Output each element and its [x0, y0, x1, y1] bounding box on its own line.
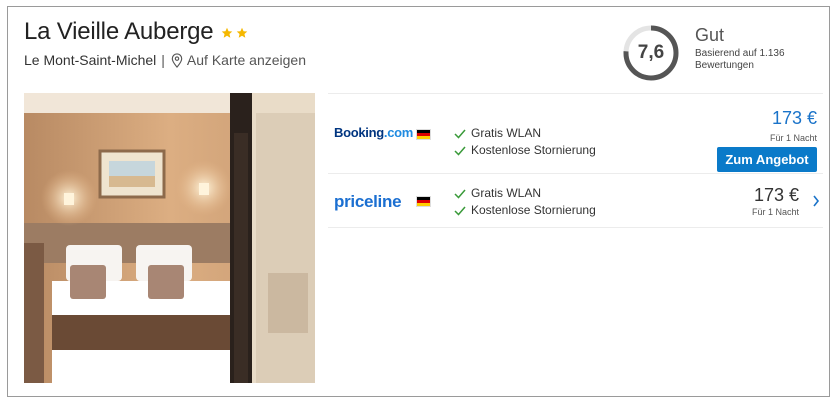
german-flag-icon [416, 196, 431, 207]
per-night-label: Für 1 Nacht [769, 133, 817, 143]
hotel-photo[interactable] [24, 93, 315, 383]
feature-label: Gratis WLAN [471, 126, 542, 140]
location-separator: | [161, 52, 165, 68]
hotel-location: Le Mont-Saint-Michel | Auf Karte anzeige… [24, 52, 306, 68]
offer-features: Gratis WLAN Kostenlose Stornierung [454, 185, 596, 219]
check-icon [454, 129, 466, 139]
feature-item: Kostenlose Stornierung [454, 142, 596, 159]
check-icon [454, 189, 466, 199]
map-link[interactable]: Auf Karte anzeigen [187, 52, 306, 68]
booking-logo[interactable]: Booking.com [334, 125, 413, 140]
rating-basis: Basierend auf 1.136 Bewertungen [695, 48, 785, 71]
star-icon [236, 27, 248, 38]
feature-label: Kostenlose Stornierung [471, 143, 596, 157]
feature-label: Gratis WLAN [471, 186, 542, 200]
offer-price[interactable]: 173 € [754, 185, 799, 206]
offer-list: Booking.com Gratis WLAN Kostenlose Storn… [328, 93, 823, 228]
provider-name: priceline [334, 192, 402, 211]
feature-item: Kostenlose Stornierung [454, 202, 596, 219]
offer-row[interactable]: priceline Gratis WLAN Kostenlose Stornie… [328, 173, 823, 228]
provider-name: Booking [334, 125, 384, 140]
hotel-card: La Vieille Auberge Le Mont-Saint-Michel … [7, 6, 830, 397]
check-icon [454, 206, 466, 216]
rating-label: Gut [695, 25, 725, 45]
star-icon [221, 27, 233, 38]
per-night-label: Für 1 Nacht [751, 207, 799, 217]
view-deal-button[interactable]: Zum Angebot [717, 147, 817, 172]
chevron-right-icon[interactable] [812, 195, 820, 207]
location-name: Le Mont-Saint-Michel [24, 52, 157, 68]
hotel-room-image [24, 93, 315, 383]
rating-score: 7,6 [637, 42, 665, 63]
feature-item: Gratis WLAN [454, 185, 596, 202]
feature-item: Gratis WLAN [454, 125, 596, 142]
offer-price[interactable]: 173 € [772, 108, 817, 129]
check-icon [454, 146, 466, 156]
priceline-logo[interactable]: priceline [334, 192, 402, 212]
feature-label: Kostenlose Stornierung [471, 203, 596, 217]
map-pin-icon[interactable] [171, 52, 183, 68]
offer-features: Gratis WLAN Kostenlose Stornierung [454, 125, 596, 159]
offer-row[interactable]: Booking.com Gratis WLAN Kostenlose Storn… [328, 93, 823, 173]
star-rating [221, 27, 248, 39]
german-flag-icon [416, 129, 431, 140]
hotel-name[interactable]: La Vieille Auberge [24, 18, 214, 46]
provider-suffix: .com [383, 125, 414, 140]
